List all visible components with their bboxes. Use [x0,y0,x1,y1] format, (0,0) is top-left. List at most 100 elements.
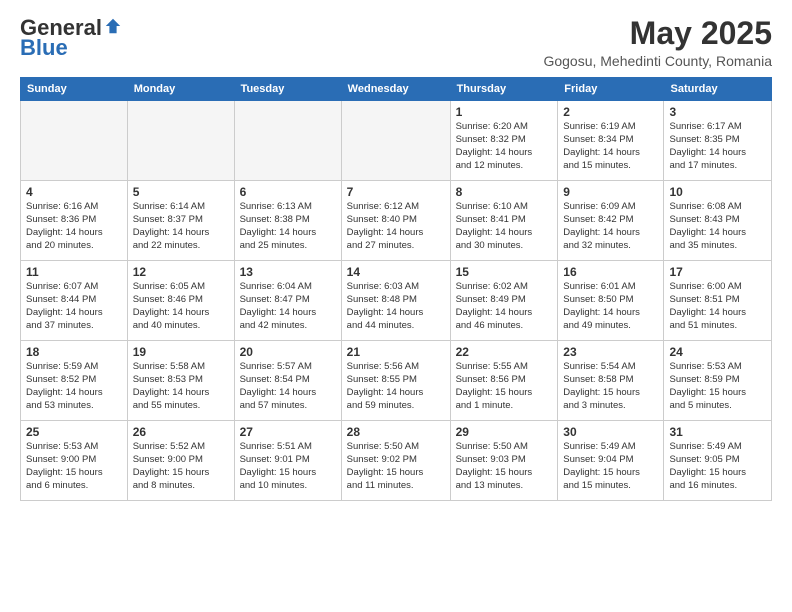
calendar-cell: 29 Sunrise: 5:50 AMSunset: 9:03 PMDayligh… [450,421,558,501]
calendar-cell: 3Sunrise: 6:17 AMSunset: 8:35 PMDaylight… [664,101,772,181]
day-info: Sunrise: 5:56 AMSunset: 8:55 PMDaylight:… [347,361,445,412]
calendar-cell: 8 Sunrise: 6:10 AMSunset: 8:41 PMDaylight… [450,181,558,261]
day-number: 21 [347,345,445,359]
day-number: 15 [456,265,553,279]
day-number: 22 [456,345,553,359]
day-number: 9 [563,185,658,199]
calendar-cell: 26Sunrise: 5:52 AMSunset: 9:00 PMDayligh… [127,421,234,501]
day-number: 7 [347,185,445,199]
calendar-cell: 21 Sunrise: 5:56 AMSunset: 8:55 PMDayligh… [341,341,450,421]
day-info: Sunrise: 6:04 AMSunset: 8:47 PMDaylight:… [240,281,336,332]
calendar-cell [21,101,128,181]
calendar-cell: 2 Sunrise: 6:19 AMSunset: 8:34 PMDaylight… [558,101,664,181]
day-number: 5 [133,185,229,199]
day-info: Sunrise: 5:53 AMSunset: 8:59 PMDaylight:… [669,361,766,412]
day-info: Sunrise: 6:00 AMSunset: 8:51 PMDaylight:… [669,281,766,332]
day-number: 2 [563,105,658,119]
calendar-cell: 24 Sunrise: 5:53 AMSunset: 8:59 PMDayligh… [664,341,772,421]
day-number: 24 [669,345,766,359]
day-info: Sunrise: 5:51 AMSunset: 9:01 PMDaylight:… [240,441,336,492]
calendar-cell: 28 Sunrise: 5:50 AMSunset: 9:02 PMDayligh… [341,421,450,501]
calendar-cell: 9 Sunrise: 6:09 AMSunset: 8:42 PMDaylight… [558,181,664,261]
day-number: 13 [240,265,336,279]
day-number: 28 [347,425,445,439]
calendar-header-row: SundayMondayTuesdayWednesdayThursdayFrid… [21,78,772,101]
calendar-cell: 30Sunrise: 5:49 AMSunset: 9:04 PMDayligh… [558,421,664,501]
day-number: 8 [456,185,553,199]
calendar-cell: 5 Sunrise: 6:14 AMSunset: 8:37 PMDaylight… [127,181,234,261]
col-header-tuesday: Tuesday [234,78,341,101]
calendar-cell: 1 Sunrise: 6:20 AMSunset: 8:32 PMDaylight… [450,101,558,181]
day-info: Sunrise: 6:01 AMSunset: 8:50 PMDaylight:… [563,281,658,332]
col-header-wednesday: Wednesday [341,78,450,101]
calendar-cell: 15 Sunrise: 6:02 AMSunset: 8:49 PMDayligh… [450,261,558,341]
day-number: 18 [26,345,122,359]
month-title: May 2025 [543,16,772,51]
day-number: 31 [669,425,766,439]
week-row-4: 18 Sunrise: 5:59 AMSunset: 8:52 PMDayligh… [21,341,772,421]
logo-icon [104,17,122,35]
calendar-cell: 25 Sunrise: 5:53 AMSunset: 9:00 PMDayligh… [21,421,128,501]
day-info: Sunrise: 5:50 AMSunset: 9:02 PMDaylight:… [347,441,445,492]
day-info: Sunrise: 5:50 AMSunset: 9:03 PMDaylight:… [456,441,553,492]
calendar-cell: 16 Sunrise: 6:01 AMSunset: 8:50 PMDayligh… [558,261,664,341]
day-number: 16 [563,265,658,279]
day-info: Sunrise: 5:58 AMSunset: 8:53 PMDaylight:… [133,361,229,412]
col-header-saturday: Saturday [664,78,772,101]
day-info: Sunrise: 5:59 AMSunset: 8:52 PMDaylight:… [26,361,122,412]
day-number: 12 [133,265,229,279]
logo: General Blue [20,16,122,60]
col-header-monday: Monday [127,78,234,101]
calendar-cell: 22 Sunrise: 5:55 AMSunset: 8:56 PMDayligh… [450,341,558,421]
day-number: 14 [347,265,445,279]
calendar-cell: 12 Sunrise: 6:05 AMSunset: 8:46 PMDayligh… [127,261,234,341]
col-header-thursday: Thursday [450,78,558,101]
day-number: 4 [26,185,122,199]
day-number: 29 [456,425,553,439]
col-header-sunday: Sunday [21,78,128,101]
day-info: Sunrise: 6:16 AMSunset: 8:36 PMDaylight:… [26,201,122,252]
day-number: 3 [669,105,766,119]
day-number: 26 [133,425,229,439]
week-row-3: 11Sunrise: 6:07 AMSunset: 8:44 PMDayligh… [21,261,772,341]
calendar-cell [127,101,234,181]
day-info: Sunrise: 6:14 AMSunset: 8:37 PMDaylight:… [133,201,229,252]
day-number: 25 [26,425,122,439]
calendar-cell [234,101,341,181]
calendar-cell: 14Sunrise: 6:03 AMSunset: 8:48 PMDayligh… [341,261,450,341]
day-info: Sunrise: 6:12 AMSunset: 8:40 PMDaylight:… [347,201,445,252]
week-row-1: 1 Sunrise: 6:20 AMSunset: 8:32 PMDaylight… [21,101,772,181]
page: General Blue May 2025 Gogosu, Mehedinti … [0,0,792,612]
day-number: 17 [669,265,766,279]
week-row-2: 4 Sunrise: 6:16 AMSunset: 8:36 PMDaylight… [21,181,772,261]
day-info: Sunrise: 6:08 AMSunset: 8:43 PMDaylight:… [669,201,766,252]
title-section: May 2025 Gogosu, Mehedinti County, Roman… [543,16,772,69]
day-info: Sunrise: 5:53 AMSunset: 9:00 PMDaylight:… [26,441,122,492]
calendar-cell: 19 Sunrise: 5:58 AMSunset: 8:53 PMDayligh… [127,341,234,421]
day-info: Sunrise: 6:02 AMSunset: 8:49 PMDaylight:… [456,281,553,332]
day-info: Sunrise: 5:55 AMSunset: 8:56 PMDaylight:… [456,361,553,412]
day-info: Sunrise: 6:10 AMSunset: 8:41 PMDaylight:… [456,201,553,252]
day-info: Sunrise: 6:07 AMSunset: 8:44 PMDaylight:… [26,281,122,332]
calendar-cell: 27Sunrise: 5:51 AMSunset: 9:01 PMDayligh… [234,421,341,501]
day-info: Sunrise: 5:57 AMSunset: 8:54 PMDaylight:… [240,361,336,412]
day-info: Sunrise: 5:49 AMSunset: 9:04 PMDaylight:… [563,441,658,492]
calendar-cell: 11Sunrise: 6:07 AMSunset: 8:44 PMDayligh… [21,261,128,341]
day-info: Sunrise: 5:49 AMSunset: 9:05 PMDaylight:… [669,441,766,492]
day-info: Sunrise: 6:19 AMSunset: 8:34 PMDaylight:… [563,121,658,172]
day-number: 1 [456,105,553,119]
day-number: 19 [133,345,229,359]
day-number: 20 [240,345,336,359]
day-info: Sunrise: 6:09 AMSunset: 8:42 PMDaylight:… [563,201,658,252]
day-number: 10 [669,185,766,199]
calendar-cell: 13 Sunrise: 6:04 AMSunset: 8:47 PMDayligh… [234,261,341,341]
header: General Blue May 2025 Gogosu, Mehedinti … [20,16,772,69]
week-row-5: 25 Sunrise: 5:53 AMSunset: 9:00 PMDayligh… [21,421,772,501]
day-info: Sunrise: 6:20 AMSunset: 8:32 PMDaylight:… [456,121,553,172]
col-header-friday: Friday [558,78,664,101]
calendar-cell: 17 Sunrise: 6:00 AMSunset: 8:51 PMDayligh… [664,261,772,341]
calendar-cell: 23Sunrise: 5:54 AMSunset: 8:58 PMDayligh… [558,341,664,421]
day-info: Sunrise: 6:05 AMSunset: 8:46 PMDaylight:… [133,281,229,332]
calendar-cell: 18 Sunrise: 5:59 AMSunset: 8:52 PMDayligh… [21,341,128,421]
calendar-cell [341,101,450,181]
